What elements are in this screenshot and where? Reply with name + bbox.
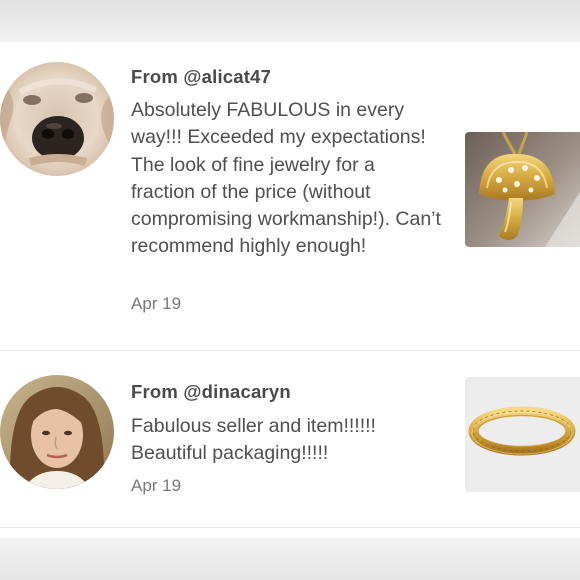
review-product-thumbnail[interactable] [465,132,580,247]
review-divider [0,527,580,528]
review-item: From @dinacaryn Fabulous seller and item… [0,351,580,527]
review-author[interactable]: From @dinacaryn [131,381,291,403]
review-product-thumbnail[interactable] [465,377,580,492]
bottom-edge-band [0,538,580,580]
gold-bracelet-photo-icon [465,377,580,492]
dog-photo-avatar-icon [0,62,114,176]
reviewer-avatar[interactable] [0,375,114,489]
review-date: Apr 19 [131,476,182,495]
mushroom-pendant-photo-icon [465,132,580,247]
reviewer-avatar[interactable] [0,62,114,176]
review-item: From @alicat47 Absolutely FABULOUS in ev… [0,42,580,350]
review-text: Fabulous seller and item!!!!!! Beautiful… [131,415,376,465]
top-edge-band [0,0,580,42]
review-list: From @alicat47 Absolutely FABULOUS in ev… [0,42,580,538]
review-text: Absolutely FABULOUS in every way!!! Exce… [131,99,441,258]
review-author[interactable]: From @alicat47 [131,66,271,88]
review-date: Apr 19 [131,294,182,313]
woman-photo-avatar-icon [0,375,114,489]
